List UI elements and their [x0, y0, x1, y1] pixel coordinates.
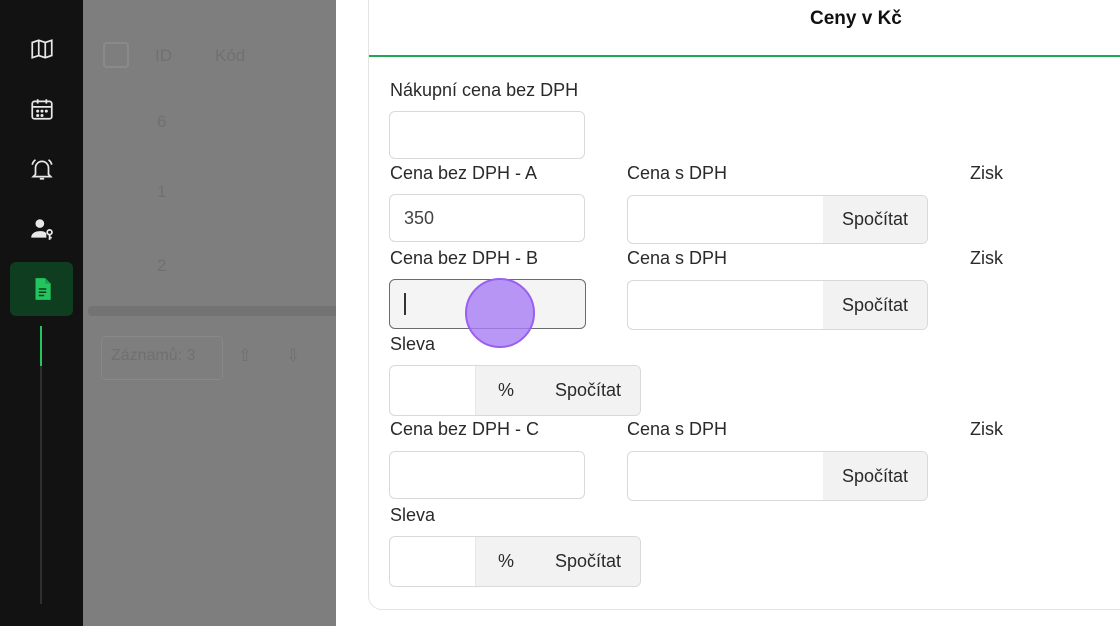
price-c-profit-label: Zisk — [970, 419, 1003, 439]
price-b-vat-group: Spočítat — [627, 280, 928, 330]
price-a-vat-label: Cena s DPH — [627, 163, 728, 183]
price-b-label: Cena bez DPH - B — [390, 248, 539, 268]
discount-b-calc-button[interactable]: Spočítat — [536, 366, 640, 415]
user-key-icon — [30, 219, 53, 240]
price-b-profit-label: Zisk — [970, 248, 1003, 268]
price-a-calc-button[interactable]: Spočítat — [823, 196, 927, 243]
price-c-vat-input[interactable] — [628, 452, 823, 500]
calendar-icon — [30, 99, 53, 120]
sidebar — [0, 0, 83, 626]
discount-c-group: % Spočítat — [389, 536, 641, 587]
price-c-label: Cena bez DPH - C — [390, 419, 540, 439]
price-c-vat-group: Spočítat — [627, 451, 928, 501]
column-header-code: Kód — [215, 46, 246, 65]
price-c-input[interactable] — [389, 451, 585, 499]
text-caret — [404, 293, 406, 315]
discount-b-label: Sleva — [390, 334, 436, 354]
price-a-profit-label: Zisk — [970, 163, 1003, 183]
purchase-price-input[interactable] — [389, 111, 585, 159]
download-icon: ⇩ — [286, 346, 301, 365]
discount-c-label: Sleva — [390, 505, 436, 525]
discount-c-input[interactable] — [390, 537, 475, 586]
sidebar-track-indicator — [40, 326, 42, 366]
price-c-vat-label: Cena s DPH — [627, 419, 728, 439]
export-icon: ⇧ — [238, 346, 253, 365]
select-all-checkbox — [103, 42, 129, 68]
column-header-id: ID — [155, 46, 172, 65]
sidebar-item-map[interactable] — [10, 22, 73, 76]
purchase-price-label: Nákupní cena bez DPH — [390, 80, 579, 100]
discount-b-group: % Spočítat — [389, 365, 641, 416]
document-icon — [35, 278, 51, 300]
discount-b-input[interactable] — [390, 366, 475, 415]
price-a-input[interactable]: 350 — [389, 194, 585, 242]
sidebar-item-users[interactable] — [10, 202, 73, 256]
price-b-vat-input[interactable] — [628, 281, 823, 329]
price-a-value: 350 — [404, 207, 435, 228]
price-a-vat-group: Spočítat — [627, 195, 928, 244]
price-a-label: Cena bez DPH - A — [390, 163, 538, 183]
horizontal-scrollbar — [88, 306, 338, 316]
click-indicator — [465, 278, 535, 348]
sidebar-item-calendar[interactable] — [10, 82, 73, 136]
record-count: Záznamů: 3 — [111, 347, 196, 364]
page-backdrop: ID Kód 6 1 2 Záznamů: 3 ⇧ ⇩ — [83, 0, 338, 626]
table-row-id: 1 — [157, 182, 167, 201]
sidebar-item-notifications[interactable] — [10, 142, 73, 196]
map-icon — [30, 39, 53, 59]
prices-card-title: Ceny v Kč — [810, 8, 902, 29]
percent-unit: % — [475, 366, 536, 415]
price-a-vat-input[interactable] — [628, 196, 823, 243]
table-row-id: 2 — [157, 256, 167, 275]
sidebar-item-documents[interactable] — [10, 262, 73, 316]
price-b-calc-button[interactable]: Spočítat — [823, 281, 927, 329]
sidebar-track — [40, 326, 42, 604]
bell-icon — [30, 159, 53, 180]
card-title-divider — [369, 55, 1120, 57]
table-row-id: 6 — [157, 112, 167, 131]
percent-unit: % — [475, 537, 536, 586]
discount-c-calc-button[interactable]: Spočítat — [536, 537, 640, 586]
price-b-vat-label: Cena s DPH — [627, 248, 728, 268]
price-c-calc-button[interactable]: Spočítat — [823, 452, 927, 500]
